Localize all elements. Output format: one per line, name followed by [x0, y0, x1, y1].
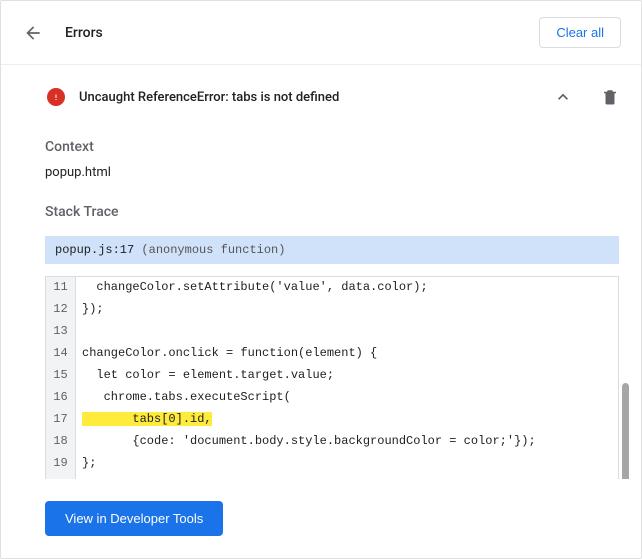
code-line: 16 chrome.tabs.executeScript(	[46, 387, 618, 409]
code-line: 14changeColor.onclick = function(element…	[46, 343, 618, 365]
error-message: Uncaught ReferenceError: tabs is not def…	[79, 90, 553, 105]
highlighted-code: tabs[0].id,	[82, 412, 212, 426]
line-number: 13	[46, 321, 76, 343]
page-title: Errors	[65, 25, 539, 41]
line-code: {code: 'document.body.style.backgroundCo…	[76, 431, 618, 453]
line-code: });	[76, 299, 618, 321]
code-line: 13	[46, 321, 618, 343]
code-line: 12});	[46, 299, 618, 321]
stack-file-line: popup.js:17	[55, 243, 134, 257]
code-line: 18 {code: 'document.body.style.backgroun…	[46, 431, 618, 453]
chevron-up-icon[interactable]	[553, 87, 573, 107]
code-line: 17 tabs[0].id,	[46, 409, 618, 431]
line-code: chrome.tabs.executeScript(	[76, 387, 618, 409]
clear-all-button[interactable]: Clear all	[539, 17, 621, 48]
code-line: 19};	[46, 453, 618, 475]
line-code: changeColor.onclick = function(element) …	[76, 343, 618, 365]
line-number: 18	[46, 431, 76, 453]
context-value: popup.html	[45, 165, 619, 180]
line-code: tabs[0].id,	[76, 409, 618, 431]
view-in-devtools-button[interactable]: View in Developer Tools	[45, 501, 223, 536]
line-code: let color = element.target.value;	[76, 365, 618, 387]
code-snippet: 11 changeColor.setAttribute('value', dat…	[45, 276, 619, 479]
line-number: 11	[46, 277, 76, 299]
line-number: 20	[46, 475, 76, 479]
line-code	[76, 321, 618, 343]
line-number: 16	[46, 387, 76, 409]
scrollbar[interactable]	[622, 383, 629, 479]
code-line: 11 changeColor.setAttribute('value', dat…	[46, 277, 618, 299]
context-label: Context	[45, 139, 619, 155]
code-line: 20	[46, 475, 618, 479]
error-icon	[47, 88, 65, 106]
line-number: 14	[46, 343, 76, 365]
error-row: Uncaught ReferenceError: tabs is not def…	[23, 65, 619, 127]
line-number: 15	[46, 365, 76, 387]
line-code: changeColor.setAttribute('value', data.c…	[76, 277, 618, 299]
stack-location[interactable]: popup.js:17 (anonymous function)	[45, 236, 619, 264]
back-arrow-icon[interactable]	[23, 23, 43, 43]
stack-function: (anonymous function)	[141, 243, 285, 257]
stack-trace-label: Stack Trace	[45, 204, 619, 220]
line-code	[76, 475, 618, 479]
line-number: 17	[46, 409, 76, 431]
code-line: 15 let color = element.target.value;	[46, 365, 618, 387]
trash-icon[interactable]	[601, 88, 619, 106]
line-number: 19	[46, 453, 76, 475]
line-number: 12	[46, 299, 76, 321]
header-bar: Errors Clear all	[1, 1, 641, 65]
line-code: };	[76, 453, 618, 475]
